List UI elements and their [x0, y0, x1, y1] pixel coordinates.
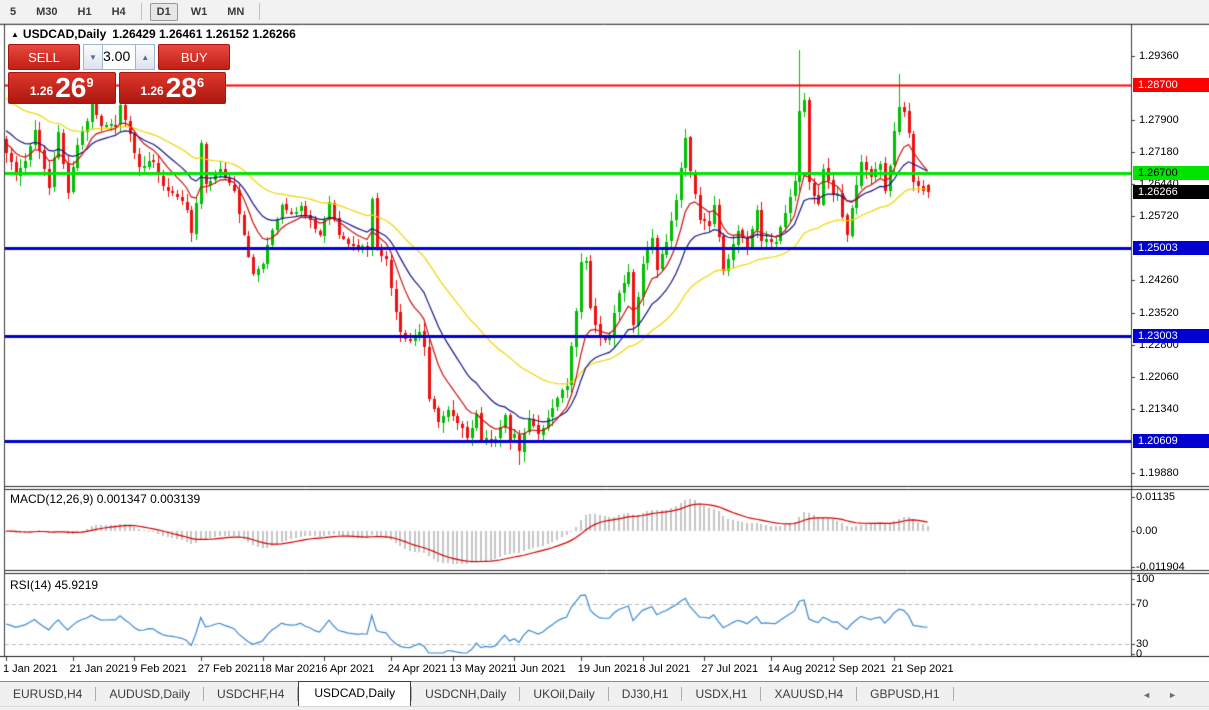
volume-spinner: ▼ 3.00 ▲ [83, 44, 156, 70]
price-tag-1.26700: 1.26700 [1133, 166, 1209, 180]
y-axis-label: 1.23520 [1139, 306, 1179, 319]
y-axis-label: 1.27180 [1139, 145, 1179, 158]
tab-scroll-right-icon[interactable]: ► [1168, 690, 1177, 700]
volume-increase-button[interactable]: ▲ [135, 44, 156, 70]
x-axis-date-label: 21 Sep 2021 [891, 663, 954, 675]
sell-price-small: 1.26 [29, 84, 54, 98]
macd-scale-label: 0.01135 [1136, 490, 1175, 503]
x-axis-date-label: 6 Apr 2021 [321, 663, 375, 675]
x-axis-date-label: 21 Jan 2021 [69, 663, 131, 675]
x-axis-date-label: 14 Aug 2021 [767, 663, 830, 675]
tab-ukoil[interactable]: UKOil,Daily [520, 683, 607, 706]
tab-usdcnh[interactable]: USDCNH,Daily [412, 683, 519, 706]
buy-button[interactable]: BUY [158, 44, 231, 70]
toolbar-separator [259, 3, 261, 20]
one-click-trade-panel: SELL ▼ 3.00 ▲ BUY 1.26 26 9 1.26 28 6 [8, 44, 231, 104]
y-axis-label: 1.29360 [1139, 49, 1179, 62]
timeframe-button-h4[interactable]: H4 [105, 3, 133, 21]
buy-price-sup: 6 [196, 75, 205, 90]
x-axis-date-label: 19 Jun 2021 [577, 663, 639, 675]
x-axis-date-label: 24 Apr 2021 [387, 663, 448, 675]
timeframe-button-h1[interactable]: H1 [71, 3, 99, 21]
y-axis-label: 1.24260 [1139, 274, 1179, 287]
tab-gbpusd[interactable]: GBPUSD,H1 [857, 683, 952, 706]
rsi-indicator-label: RSI(14) 45.9219 [10, 578, 99, 592]
macd-scale-label: 0.00 [1136, 525, 1158, 537]
price-tag-1.23003: 1.23003 [1133, 328, 1209, 343]
chart-title-symbol: USDCAD,Daily [22, 27, 107, 41]
x-axis-date-label: 27 Jul 2021 [701, 663, 759, 675]
tab-scroll-left-icon[interactable]: ◄ [1142, 690, 1151, 700]
x-axis-date-label: 1 Jan 2021 [3, 663, 58, 675]
tab-separator [952, 687, 954, 701]
chevron-down-icon: ▼ [89, 52, 97, 62]
x-axis-date-label: 2 Sep 2021 [829, 663, 886, 675]
x-axis-date-label: 8 Jul 2021 [639, 663, 691, 675]
price-tag-1.20609: 1.20609 [1133, 434, 1209, 448]
toolbar-separator [140, 3, 142, 20]
y-axis-label: 1.27900 [1139, 114, 1179, 127]
tab-dj30[interactable]: DJ30,H1 [609, 683, 682, 706]
sell-button[interactable]: SELL [8, 44, 80, 70]
tab-xauusd[interactable]: XAUUSD,H4 [761, 683, 856, 706]
macd-scale-label: -0.011904 [1136, 560, 1185, 573]
chart-canvas[interactable] [0, 0, 1209, 709]
macd-indicator-label: MACD(12,26,9) 0.001347 0.003139 [10, 492, 201, 506]
volume-decrease-button[interactable]: ▼ [83, 44, 103, 70]
x-axis-date-label: 9 Feb 2021 [131, 663, 187, 675]
price-tag-1.25003: 1.25003 [1133, 240, 1209, 255]
price-tag-1.28700: 1.28700 [1133, 78, 1209, 92]
timeframe-button-d1[interactable]: D1 [149, 2, 178, 21]
chart-title: ▲ USDCAD,Daily 1.26429 1.26461 1.26152 1.2… [11, 27, 296, 41]
buy-price-small: 1.26 [140, 84, 164, 98]
buy-price-big: 28 [165, 72, 197, 103]
x-axis-date-label: 13 May 2021 [449, 663, 514, 675]
timeframe-toolbar: 5 M30 H1 H4 D1 W1 MN [0, 0, 1209, 24]
x-axis-date-label: 1 Jun 2021 [511, 663, 566, 675]
timeframe-button-m30[interactable]: M30 [29, 3, 64, 21]
timeframe-button-w1[interactable]: W1 [184, 3, 215, 21]
y-axis-label: 1.22060 [1139, 371, 1179, 384]
buy-price-box[interactable]: 1.26 28 6 [118, 72, 226, 104]
tab-eurusd[interactable]: EURUSD,H4 [0, 683, 95, 706]
current-price-tag: 1.26266 [1133, 185, 1209, 200]
chevron-up-icon: ▲ [141, 52, 150, 62]
volume-input[interactable]: 3.00 [103, 44, 136, 70]
y-axis-label: 1.19880 [1139, 467, 1179, 480]
chart-collapse-icon[interactable]: ▲ [11, 30, 19, 39]
tab-usdx[interactable]: USDX,H1 [682, 683, 760, 706]
y-axis-label: 1.21340 [1139, 402, 1179, 415]
rsi-scale-label: 100 [1136, 573, 1155, 585]
chart-title-ohlc: 1.26429 1.26461 1.26152 1.26266 [112, 27, 296, 41]
tab-usdcad[interactable]: USDCAD,Daily [298, 681, 412, 706]
x-axis-date-label: 18 Mar 2021 [259, 663, 322, 675]
y-axis-label: 1.25720 [1139, 210, 1179, 223]
timeframe-button-5[interactable]: 5 [3, 3, 23, 21]
tab-audusd[interactable]: AUDUSD,Daily [96, 683, 203, 706]
tab-usdchf[interactable]: USDCHF,H4 [204, 683, 297, 706]
rsi-scale-label: 0 [1136, 648, 1143, 660]
rsi-scale-label: 70 [1136, 597, 1149, 610]
sell-price-box[interactable]: 1.26 26 9 [8, 72, 116, 104]
sell-price-big: 26 [55, 72, 87, 103]
timeframe-button-mn[interactable]: MN [220, 3, 251, 21]
status-strip [0, 706, 1209, 710]
x-axis-date-label: 27 Feb 2021 [197, 663, 260, 675]
chart-tab-bar: EURUSD,H4 AUDUSD,Daily USDCHF,H4 USDCAD,Dai… [0, 681, 1209, 706]
sell-price-sup: 9 [86, 75, 94, 90]
